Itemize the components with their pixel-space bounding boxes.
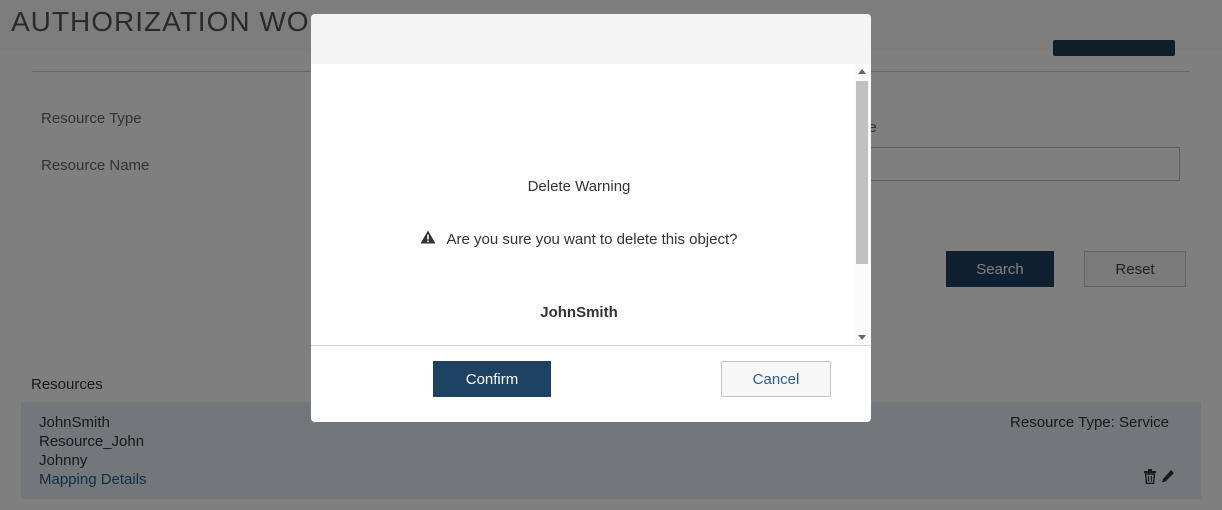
scroll-thumb[interactable] xyxy=(856,81,868,264)
modal-footer: Confirm Cancel xyxy=(311,345,871,422)
modal-scrollbar[interactable] xyxy=(853,64,871,345)
modal-title: Delete Warning xyxy=(527,178,631,195)
modal-header xyxy=(311,14,871,64)
warning-message: Are you sure you want to delete this obj… xyxy=(446,231,738,248)
scroll-up-arrow-icon[interactable] xyxy=(858,69,866,74)
modal-body: Delete Warning Are you sure you want to … xyxy=(311,64,871,345)
delete-warning-dialog: Delete Warning Are you sure you want to … xyxy=(311,14,871,422)
confirm-button[interactable]: Confirm xyxy=(433,361,551,397)
warning-row: Are you sure you want to delete this obj… xyxy=(311,230,847,249)
warning-triangle-icon xyxy=(420,230,436,249)
cancel-button[interactable]: Cancel xyxy=(721,361,831,397)
scroll-down-arrow-icon[interactable] xyxy=(858,335,866,340)
object-name: JohnSmith xyxy=(540,304,618,321)
